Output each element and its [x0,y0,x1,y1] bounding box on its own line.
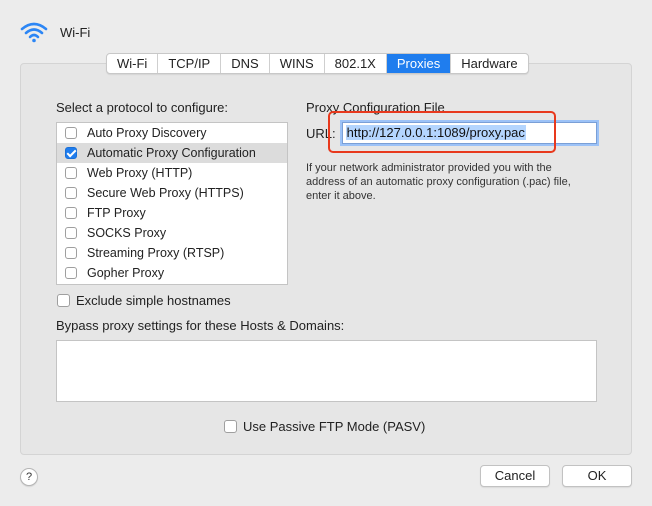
protocol-item-web-proxy-http[interactable]: Web Proxy (HTTP) [57,163,287,183]
bypass-label: Bypass proxy settings for these Hosts & … [56,318,345,333]
url-input[interactable]: http://127.0.0.1:1089/proxy.pac [341,122,597,144]
passive-ftp-checkbox[interactable] [224,419,237,433]
network-proxies-window: Wi-Fi Wi-Fi TCP/IP DNS WINS 802.1X Proxi… [0,0,652,506]
url-label: URL: [306,125,336,141]
protocol-item-automatic-proxy-configuration[interactable]: Automatic Proxy Configuration [57,143,287,163]
tab-proxies[interactable]: Proxies [386,54,452,73]
protocol-item-label: SOCKS Proxy [87,226,167,240]
tab-dns[interactable]: DNS [221,54,270,73]
tab-8021x[interactable]: 802.1X [325,54,387,73]
protocol-item-label: Automatic Proxy Configuration [87,146,256,160]
protocol-checkbox[interactable] [65,227,77,239]
url-help-text: If your network administrator provided y… [306,162,571,202]
exclude-simple-hostnames-checkbox[interactable] [57,293,70,307]
tab-bar: Wi-Fi TCP/IP DNS WINS 802.1X Proxies Har… [106,53,529,74]
cancel-button[interactable]: Cancel [480,465,550,487]
protocol-item-socks-proxy[interactable]: SOCKS Proxy [57,223,287,243]
protocol-checkbox[interactable] [65,167,77,179]
protocol-checkbox[interactable] [65,147,77,159]
protocol-list-label: Select a protocol to configure: [56,100,228,115]
protocol-checkbox[interactable] [65,267,77,279]
protocol-item-gopher-proxy[interactable]: Gopher Proxy [57,263,287,283]
protocol-checkbox[interactable] [65,187,77,199]
protocol-item-secure-web-proxy-https[interactable]: Secure Web Proxy (HTTPS) [57,183,287,203]
protocol-item-streaming-proxy-rtsp[interactable]: Streaming Proxy (RTSP) [57,243,287,263]
window-header: Wi-Fi [20,20,90,44]
help-button[interactable]: ? [20,468,38,486]
url-selected-text: http://127.0.0.1:1089/proxy.pac [345,125,526,140]
protocol-item-label: Streaming Proxy (RTSP) [87,246,225,260]
protocol-checkbox[interactable] [65,207,77,219]
protocol-item-ftp-proxy[interactable]: FTP Proxy [57,203,287,223]
window-title: Wi-Fi [60,24,91,40]
protocol-item-label: Gopher Proxy [87,266,165,280]
wifi-icon [20,22,48,43]
protocol-item-label: Secure Web Proxy (HTTPS) [87,186,244,200]
protocol-item-label: Web Proxy (HTTP) [87,166,193,180]
tab-wins[interactable]: WINS [270,54,325,73]
passive-ftp-label: Use Passive FTP Mode (PASV) [243,418,426,434]
tab-tcpip[interactable]: TCP/IP [158,54,222,73]
exclude-simple-hostnames-label: Exclude simple hostnames [76,292,231,308]
protocol-checkbox[interactable] [65,247,77,259]
proxy-config-file-title: Proxy Configuration File [306,100,445,115]
protocol-checkbox[interactable] [65,127,77,139]
protocol-item-label: Auto Proxy Discovery [87,126,207,140]
tab-wifi[interactable]: Wi-Fi [107,54,159,73]
ok-button[interactable]: OK [562,465,632,487]
protocol-list: Auto Proxy Discovery Automatic Proxy Con… [56,122,288,285]
exclude-simple-hostnames-row[interactable]: Exclude simple hostnames [57,292,231,308]
passive-ftp-row[interactable]: Use Passive FTP Mode (PASV) [224,418,425,434]
url-row: URL: http://127.0.0.1:1089/proxy.pac [306,122,597,144]
tab-hardware[interactable]: Hardware [451,54,527,73]
protocol-item-auto-proxy-discovery[interactable]: Auto Proxy Discovery [57,123,287,143]
bypass-hosts-textarea[interactable] [56,340,597,402]
protocol-item-label: FTP Proxy [87,206,146,220]
